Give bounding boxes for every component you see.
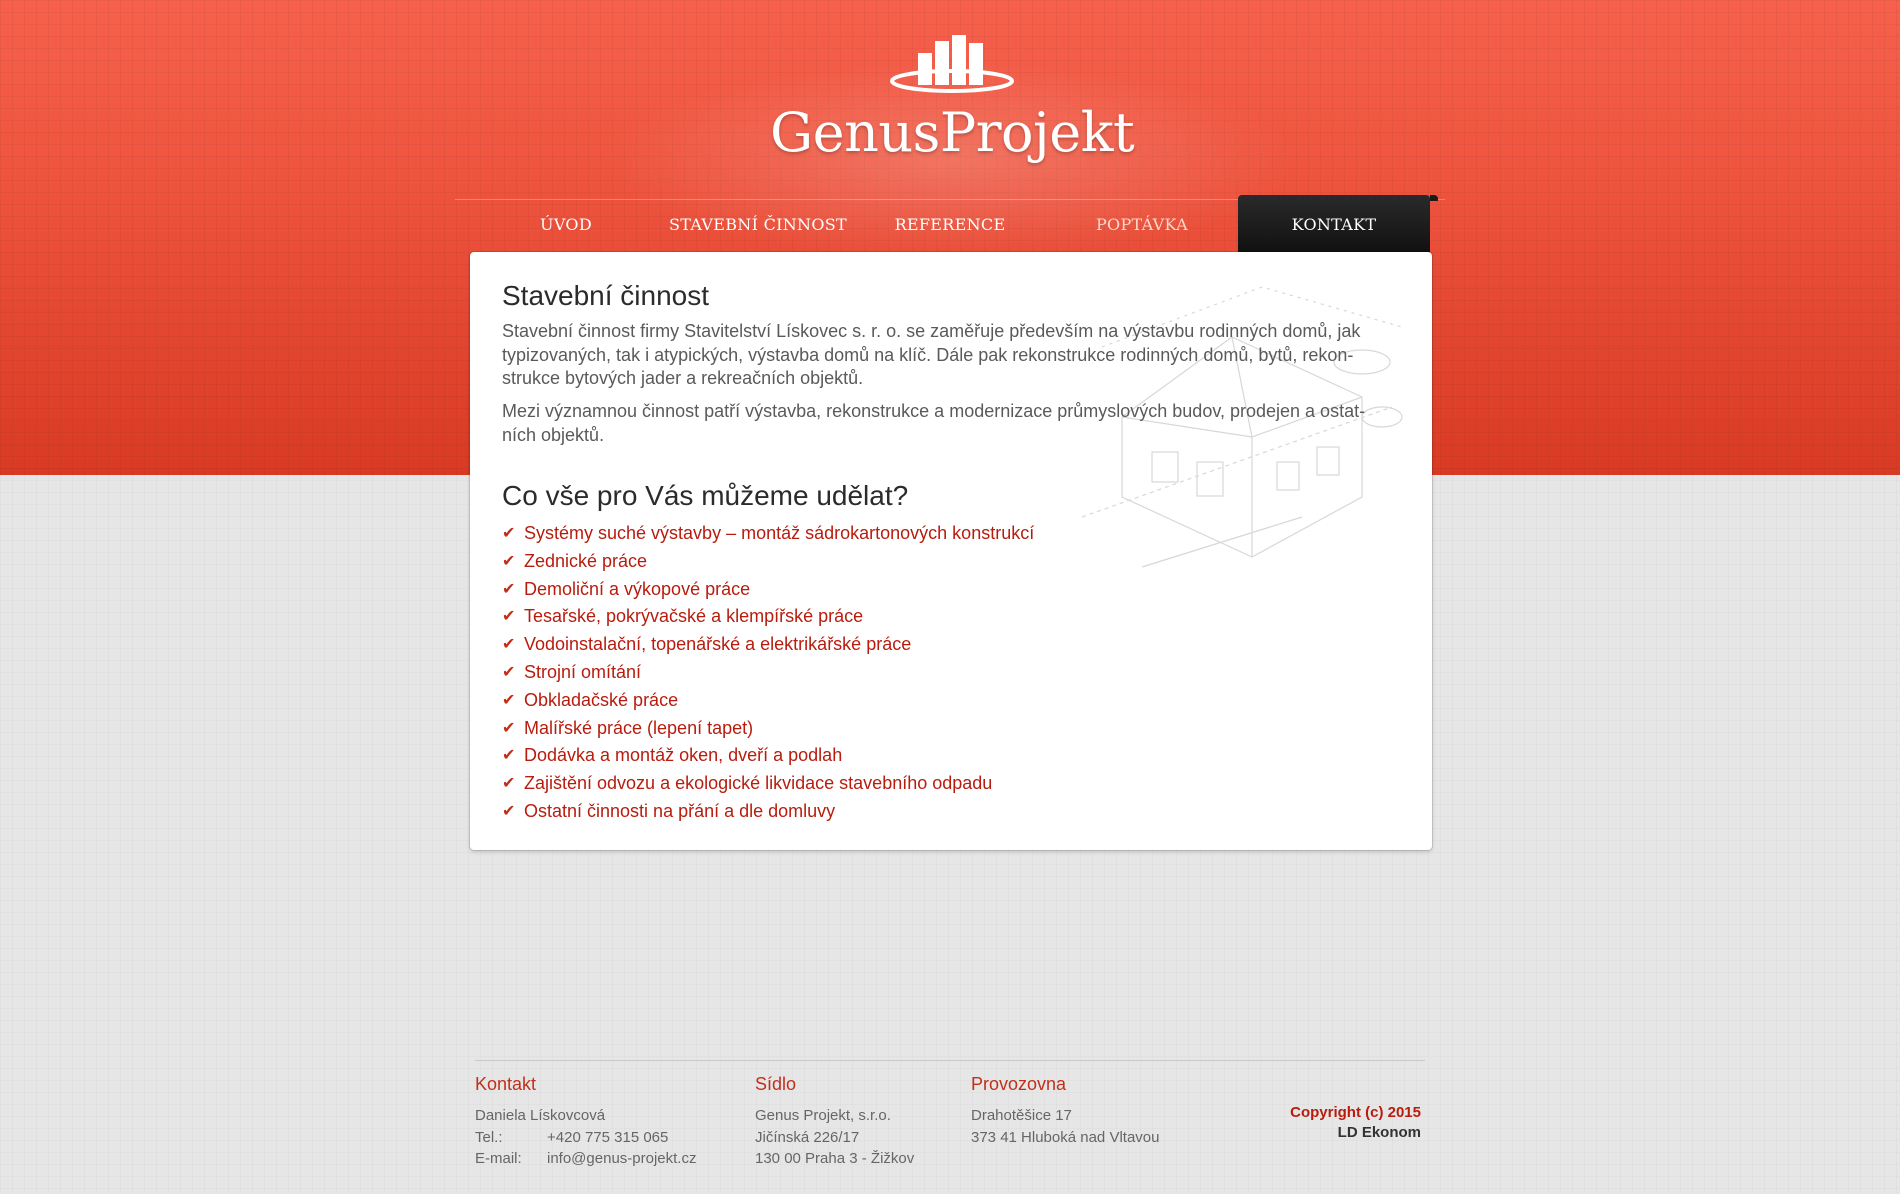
footer-divider xyxy=(475,1060,1425,1061)
seat-line: Genus Projekt, s.r.o. xyxy=(755,1107,891,1124)
second-paragraph: Mezi významnou činnost patří výstavba, r… xyxy=(502,401,1366,445)
footer-contact: Kontakt Daniela Lískovcová Tel.: +420 775… xyxy=(475,1074,696,1170)
main-nav: ÚVOD STAVEBNÍ ČINNOST REFERENCE POPTÁVKA… xyxy=(470,195,1438,253)
logo-buildings-icon xyxy=(890,35,1014,93)
check-icon: ✔ xyxy=(502,663,516,681)
list-item: ✔ Vodoinstalační, topenářské a elektrikář… xyxy=(502,631,1034,659)
content-panel: Stavební činnost Stavební činnost firmy … xyxy=(470,252,1432,850)
check-icon: ✔ xyxy=(502,719,516,737)
list-item: ✔ Obkladačské práce xyxy=(502,687,1034,715)
seat-line: Jičínská 226/17 xyxy=(755,1128,860,1146)
list-item: ✔ Tesařské, pokrývačské a klempířské prác… xyxy=(502,603,1034,631)
services-heading: Co vše pro Vás můžeme udělat? xyxy=(502,480,909,511)
check-icon: ✔ xyxy=(502,636,516,654)
intro-paragraph: Stavební činnost firmy Stavitelství Lísk… xyxy=(502,321,1361,388)
list-item: ✔ Malířské práce (lepení tapet) xyxy=(502,715,1034,743)
footer-seat-heading: Sídlo xyxy=(755,1074,797,1094)
list-item: ✔ Strojní omítání xyxy=(502,659,1034,687)
list-item: ✔ Zajištění odvozu a ekologické likvidace… xyxy=(502,770,1034,798)
nav-item-stavebni-cinnost[interactable]: STAVEBNÍ ČINNOST xyxy=(662,195,854,253)
contact-email-row: E-mail: info@genus-projekt.cz xyxy=(475,1148,696,1170)
check-icon: ✔ xyxy=(502,775,516,793)
check-icon: ✔ xyxy=(502,802,516,820)
list-item: ✔ Systémy suché výstavby – montáž sádroka… xyxy=(502,520,1034,548)
copyright-text: Copyright (c) 2015 xyxy=(1290,1104,1421,1121)
email-link[interactable]: info@genus-projekt.cz xyxy=(547,1150,696,1167)
list-item: ✔ Dodávka a montáž oken, dveří a podlah xyxy=(502,742,1034,770)
services-list: ✔ Systémy suché výstavby – montáž sádroka… xyxy=(502,520,1034,826)
check-icon: ✔ xyxy=(502,580,516,598)
author-link[interactable]: LD Ekonom xyxy=(1200,1123,1421,1143)
branch-line: Drahotěšice 17 xyxy=(971,1107,1072,1124)
check-icon: ✔ xyxy=(502,608,516,626)
footer-seat: Sídlo Genus Projekt, s.r.o. Jičínská 226… xyxy=(755,1074,914,1170)
contact-name: Daniela Lískovcová xyxy=(475,1107,606,1124)
logo[interactable]: GenusProjekt xyxy=(770,35,1135,170)
footer-branch: Provozovna Drahotěšice 17 373 41 Hluboká… xyxy=(971,1074,1159,1148)
phone-label: Tel.: xyxy=(475,1128,503,1146)
branch-line: 373 41 Hluboká nad Vltavou xyxy=(971,1128,1160,1146)
page-title: Stavební činnost xyxy=(502,280,710,311)
list-item: ✔ Zednické práce xyxy=(502,548,1034,576)
list-item: ✔ Ostatní činnosti na přání a dle domluvy xyxy=(502,798,1034,826)
phone-number[interactable]: +420 775 315 065 xyxy=(547,1129,668,1146)
check-icon: ✔ xyxy=(502,747,516,765)
check-icon: ✔ xyxy=(502,691,516,709)
list-item: ✔ Demoliční a výkopové práce xyxy=(502,576,1034,604)
footer-contact-heading: Kontakt xyxy=(475,1074,537,1094)
nav-item-reference[interactable]: REFERENCE xyxy=(854,195,1046,253)
contact-phone-row: Tel.: +420 775 315 065 xyxy=(475,1127,696,1149)
nav-item-poptavka[interactable]: POPTÁVKA xyxy=(1046,195,1238,253)
nav-item-uvod[interactable]: ÚVOD xyxy=(470,195,662,253)
footer-branch-heading: Provozovna xyxy=(971,1074,1067,1094)
check-icon: ✔ xyxy=(502,552,516,570)
check-icon: ✔ xyxy=(502,525,516,542)
nav-item-kontakt[interactable]: KONTAKT xyxy=(1238,195,1438,253)
email-label: E-mail: xyxy=(475,1150,522,1167)
seat-line: 130 00 Praha 3 - Žižkov xyxy=(755,1150,915,1167)
copyright: Copyright (c) 2015 LD Ekonom xyxy=(1200,1103,1421,1143)
logo-text: GenusProjekt xyxy=(770,101,1135,164)
